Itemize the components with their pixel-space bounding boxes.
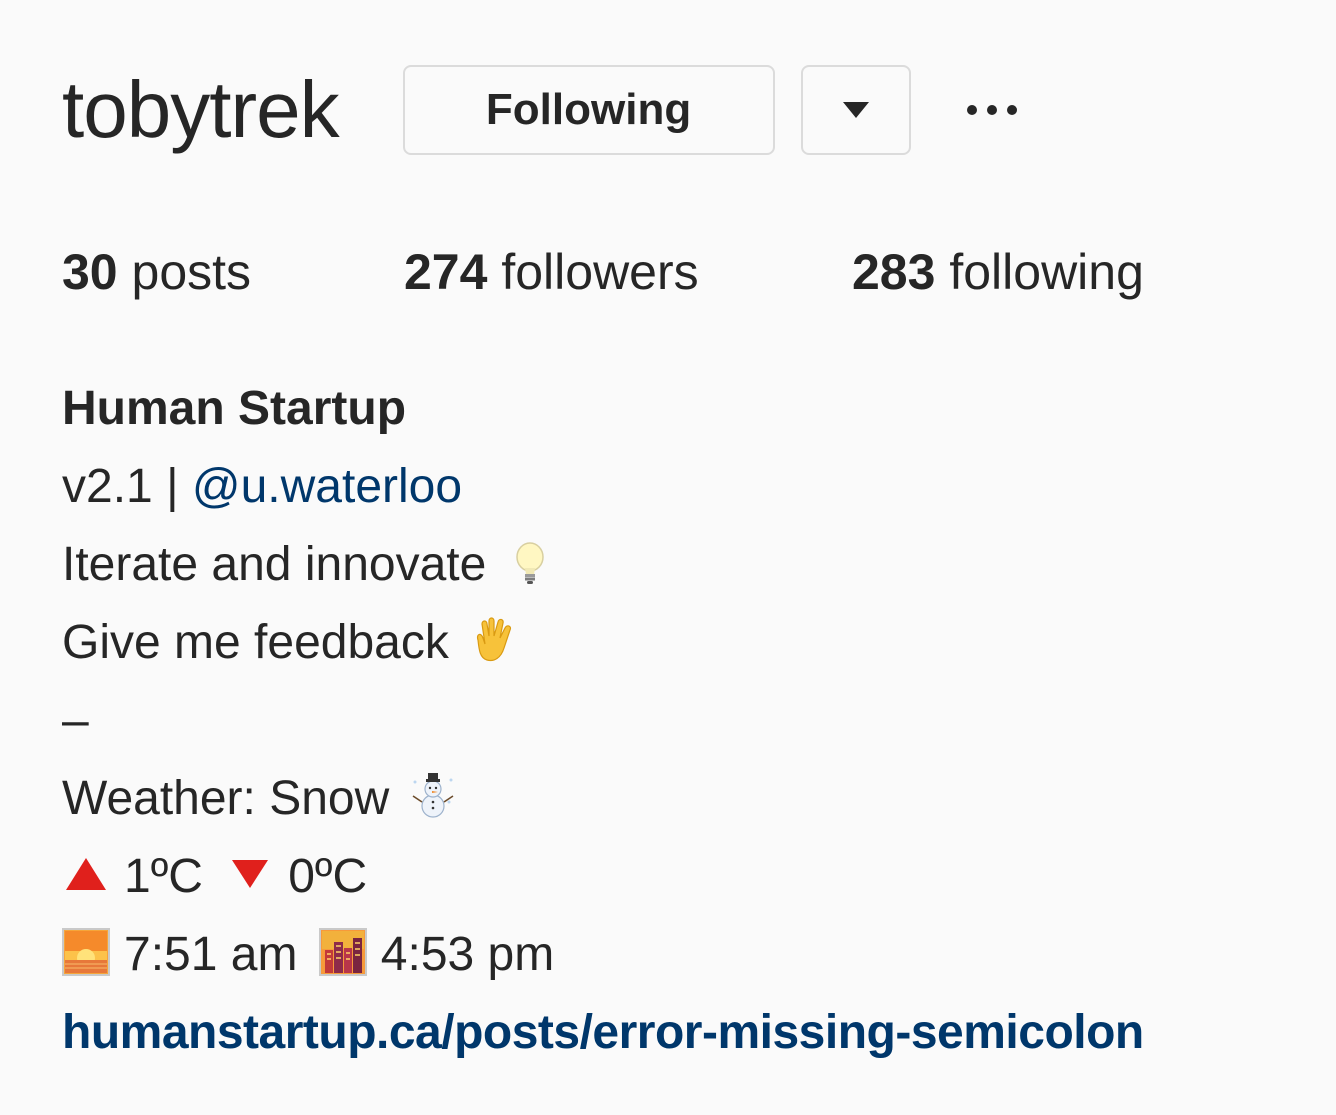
sunrise-time: 7:51 am [124,928,298,981]
followers-count: 274 [404,244,488,300]
username: tobytrek [62,65,340,154]
triangle-down-icon [842,102,869,118]
bio-weather-line: Weather: Snow [62,760,1144,838]
website-link[interactable]: humanstartup.ca/posts/error-missing-semi… [62,994,1144,1072]
bio-feedback-line: Give me feedback [62,604,1144,682]
following-label: following [949,244,1144,300]
following-count: 283 [852,244,936,300]
sunrise-icon [62,928,110,976]
bio-version-line: v2.1 | @u.waterloo [62,448,1144,526]
following-button[interactable]: Following [402,65,775,155]
ellipsis-icon [966,105,977,115]
display-name: Human Startup [62,382,407,435]
red-triangle-up-icon [62,850,110,898]
mention-link[interactable]: @u.waterloo [192,460,462,513]
vulcan-salute-icon [468,616,516,664]
bio-sun-line: 7:51 am 4:53 pm [62,916,1144,994]
bio-version: v2.1 | [62,460,179,513]
posts-label: posts [131,244,252,300]
followers-stat[interactable]: 274 followers [404,240,699,304]
temp-low: 0ºC [288,850,368,903]
sunset-time: 4:53 pm [380,928,555,981]
bio-iterate-line: Iterate and innovate [62,526,1144,604]
lightbulb-icon [506,538,554,586]
bio-temperature-line: 1ºC 0ºC [62,838,1144,916]
bio-iterate-text: Iterate and innovate [62,538,487,591]
posts-count: 30 [62,244,118,300]
more-options-button[interactable] [966,90,1017,130]
city-sunset-icon [318,928,367,976]
red-triangle-down-icon [226,850,274,898]
snowman-icon [409,772,457,820]
suggested-dropdown-button[interactable] [800,65,911,155]
bio-separator: – [62,694,89,747]
posts-stat: 30 posts [62,240,251,304]
bio-weather-text: Weather: Snow [62,772,390,825]
followers-label: followers [501,244,699,300]
bio-feedback-text: Give me feedback [62,616,449,669]
profile-header: tobytrek Following [62,62,1017,158]
following-stat[interactable]: 283 following [852,240,1144,304]
profile-bio: Human Startup v2.1 | @u.waterloo Iterate… [62,370,1144,1072]
temp-high: 1ºC [124,850,203,903]
